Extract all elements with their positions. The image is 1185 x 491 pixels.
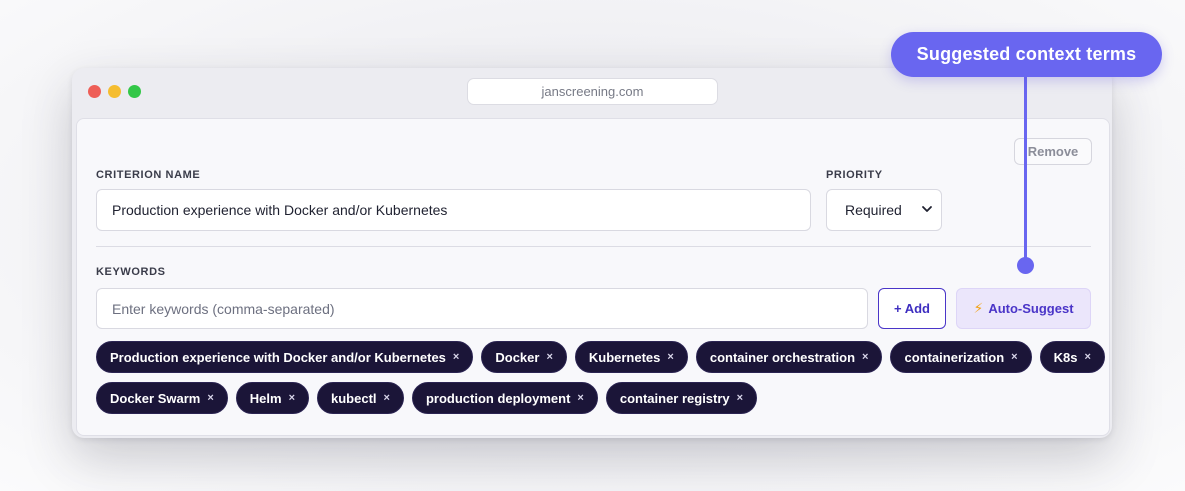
close-icon[interactable]: × <box>667 351 673 363</box>
keyword-chips: Production experience with Docker and/or… <box>96 341 1105 423</box>
keyword-chip-label: K8s <box>1053 349 1078 365</box>
address-bar[interactable]: janscreening.com <box>467 78 718 105</box>
keyword-chip: containerization × <box>890 341 1032 373</box>
keyword-chip-label: Production experience with Docker and/or… <box>110 349 446 365</box>
keyword-chip: container registry × <box>605 382 758 414</box>
keyword-chip: Kubernetes × <box>574 341 688 373</box>
chip-row: Docker Swarm × Helm × kubectl × production … <box>96 382 1096 414</box>
keyword-chip-label: container orchestration <box>709 349 856 365</box>
close-icon[interactable]: × <box>289 392 295 404</box>
keywords-input[interactable]: Enter keywords (comma-separated) <box>96 288 868 329</box>
keyword-chip-label: Kubernetes <box>588 349 661 365</box>
close-icon[interactable]: × <box>862 351 868 363</box>
section-divider <box>96 246 1091 247</box>
close-icon[interactable]: × <box>546 351 552 363</box>
browser-window: janscreening.com Remove CRITERION NAME P… <box>72 68 1112 438</box>
lightning-icon: ⚡ <box>973 300 984 316</box>
close-icon[interactable]: × <box>207 392 213 404</box>
keyword-chip-label: Docker <box>495 349 540 365</box>
close-icon[interactable]: × <box>384 392 390 404</box>
keyword-chip: kubectl × <box>317 382 404 414</box>
keyword-chip: Docker × <box>481 341 567 373</box>
chip-row: Production experience with Docker and/or… <box>96 341 1105 373</box>
keyword-chip-label: Docker Swarm <box>110 390 201 406</box>
criterion-name-label: CRITERION NAME <box>96 169 201 181</box>
close-icon[interactable]: × <box>1011 351 1017 363</box>
keyword-chip-label: container registry <box>619 390 730 406</box>
priority-select[interactable]: Required <box>826 189 942 231</box>
auto-suggest-label: Auto-Suggest <box>988 301 1074 316</box>
callout-label: Suggested context terms <box>891 32 1162 77</box>
priority-label: PRIORITY <box>826 169 883 181</box>
keyword-chip: Docker Swarm × <box>96 382 228 414</box>
close-icon[interactable]: × <box>737 392 743 404</box>
keyword-chip: production deployment × <box>411 382 598 414</box>
auto-suggest-button[interactable]: ⚡ Auto-Suggest <box>956 288 1091 329</box>
add-keyword-button[interactable]: + Add <box>878 288 946 329</box>
keyword-chip-label: kubectl <box>331 390 377 406</box>
close-icon[interactable]: × <box>453 351 459 363</box>
keyword-chip: container orchestration × <box>695 341 883 373</box>
chevron-down-icon <box>922 206 932 212</box>
priority-value: Required <box>845 202 902 218</box>
close-window-button[interactable] <box>88 85 101 98</box>
keyword-chip: Helm × <box>235 382 309 414</box>
keyword-chip-label: containerization <box>904 349 1005 365</box>
callout-pointer-dot <box>1017 257 1034 274</box>
keyword-chip-label: Helm <box>249 390 282 406</box>
callout-connector <box>1024 76 1027 266</box>
keyword-chip: Production experience with Docker and/or… <box>96 341 474 373</box>
close-icon[interactable]: × <box>577 392 583 404</box>
criterion-name-input[interactable]: Production experience with Docker and/or… <box>96 189 811 231</box>
keyword-chip-label: production deployment <box>425 390 571 406</box>
keywords-label: KEYWORDS <box>96 266 166 278</box>
close-icon[interactable]: × <box>1084 351 1090 363</box>
criterion-card: Remove CRITERION NAME Production experie… <box>76 118 1110 436</box>
keyword-chip: K8s × <box>1039 341 1105 373</box>
maximize-window-button[interactable] <box>128 85 141 98</box>
minimize-window-button[interactable] <box>108 85 121 98</box>
stage: janscreening.com Remove CRITERION NAME P… <box>0 0 1185 491</box>
